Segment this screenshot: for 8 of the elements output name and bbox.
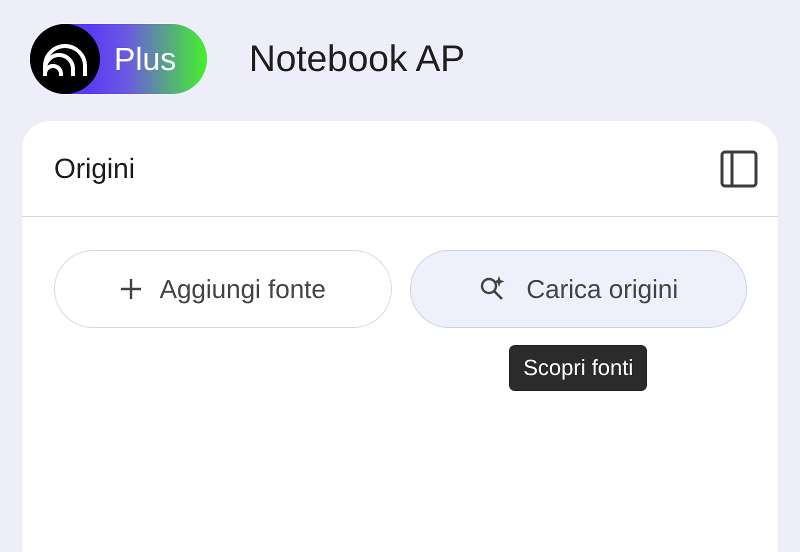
add-source-button[interactable]: Aggiungi fonte [54,250,392,328]
sidebar-toggle-icon[interactable] [720,150,758,188]
panel-title: Origini [54,152,135,184]
notebook-title: Notebook AP [249,38,465,80]
plus-icon [120,278,142,300]
plus-badge: Plus [30,24,207,94]
load-sources-button[interactable]: Carica origini [410,250,747,328]
tooltip: Scopri fonti [509,345,648,391]
